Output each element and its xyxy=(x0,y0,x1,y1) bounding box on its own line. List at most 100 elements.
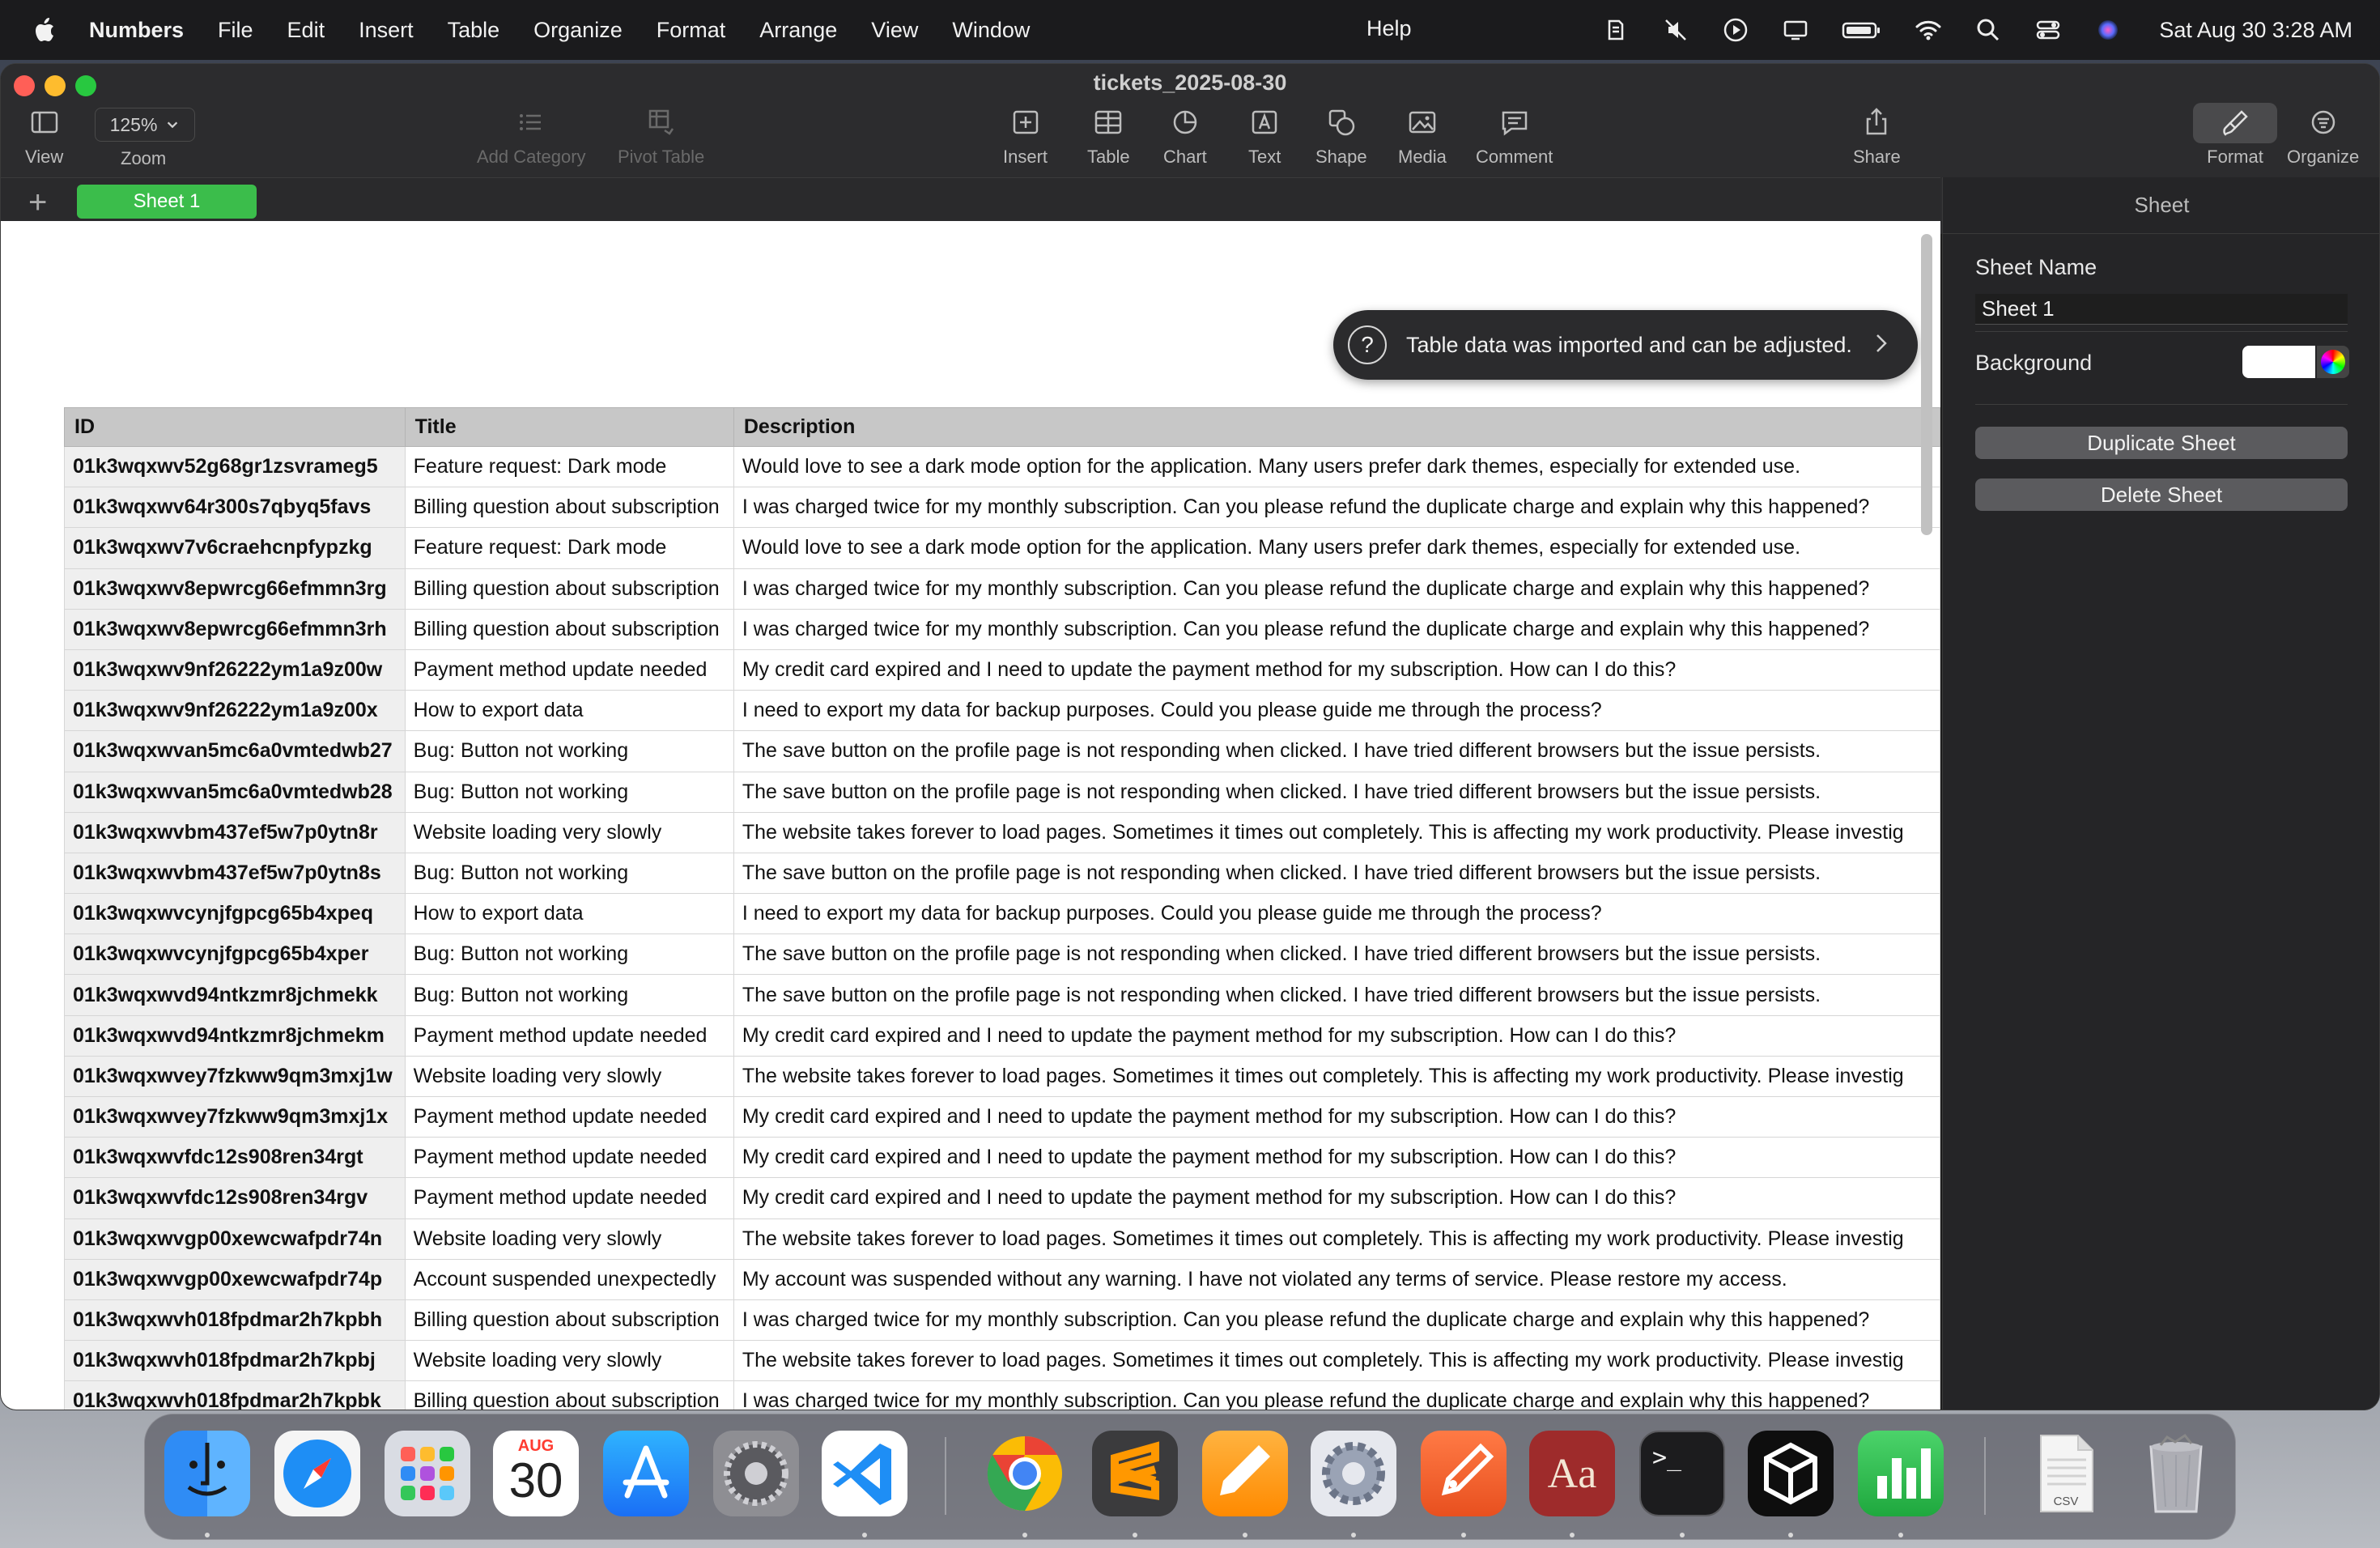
menu-app-numbers[interactable]: Numbers xyxy=(89,18,184,43)
add-category-button[interactable]: Add Category xyxy=(477,106,586,168)
table-row[interactable]: 01k3wqxwv8epwrcg66efmmn3rg Billing questi… xyxy=(64,568,1940,610)
pivot-table-button[interactable]: Pivot Table xyxy=(618,106,704,168)
view-button[interactable]: View xyxy=(25,106,63,168)
play-icon[interactable] xyxy=(1722,16,1749,44)
cell-id[interactable]: 01k3wqxwv8epwrcg66efmmn3rg xyxy=(64,568,406,610)
dock-app-store[interactable] xyxy=(603,1431,689,1516)
cell-id[interactable]: 01k3wqxwvan5mc6a0vmtedwb28 xyxy=(64,771,406,813)
menu-file[interactable]: File xyxy=(218,18,253,43)
tickets-table[interactable]: ID Title Description 01k3wqxwv52g68gr1zs… xyxy=(64,407,1940,1410)
cell-id[interactable]: 01k3wqxwv7v6craehcnpfypzkg xyxy=(64,527,406,569)
table-row[interactable]: 01k3wqxwv9nf26222ym1a9z00x How to export … xyxy=(64,690,1940,732)
table-row[interactable]: 01k3wqxwvd94ntkzmr8jchmekk Bug: Button no… xyxy=(64,974,1940,1016)
cell-description[interactable]: The website takes forever to load pages.… xyxy=(733,811,1940,853)
wifi-icon[interactable] xyxy=(1915,16,1942,44)
table-row[interactable]: 01k3wqxwv64r300s7qbyq5favs Billing questi… xyxy=(64,487,1940,529)
shape-button[interactable]: Shape xyxy=(1315,106,1367,168)
cell-id[interactable]: 01k3wqxwvfdc12s908ren34rgv xyxy=(64,1177,406,1219)
comment-button[interactable]: Comment xyxy=(1476,106,1553,168)
cell-title[interactable]: Website loading very slowly xyxy=(404,1218,734,1260)
table-row[interactable]: 01k3wqxwvh018fpdmar2h7kpbh Billing questi… xyxy=(64,1299,1940,1342)
import-notice-toast[interactable]: ? Table data was imported and can be adj… xyxy=(1333,310,1918,380)
cell-description[interactable]: The website takes forever to load pages.… xyxy=(733,1218,1940,1260)
cell-title[interactable]: Bug: Button not working xyxy=(404,730,734,772)
dock-sublime-text[interactable] xyxy=(1092,1431,1178,1516)
dock-chrome[interactable] xyxy=(982,1431,1068,1516)
table-row[interactable]: 01k3wqxwvfdc12s908ren34rgt Payment method… xyxy=(64,1137,1940,1179)
table-row[interactable]: 01k3wqxwvcynjfgpcg65b4xper Bug: Button no… xyxy=(64,933,1940,976)
cell-id[interactable]: 01k3wqxwv64r300s7qbyq5favs xyxy=(64,487,406,529)
menu-arrange[interactable]: Arrange xyxy=(759,18,837,43)
table-row[interactable]: 01k3wqxwvgp00xewcwafpdr74p Account suspen… xyxy=(64,1258,1940,1300)
dock-settings-utility[interactable] xyxy=(1311,1431,1396,1516)
cell-title[interactable]: Account suspended unexpectedly xyxy=(404,1258,734,1300)
delete-sheet-button[interactable]: Delete Sheet xyxy=(1975,478,2348,511)
cell-description[interactable]: Would love to see a dark mode option for… xyxy=(733,527,1940,569)
control-center-icon[interactable] xyxy=(2034,16,2062,44)
chevron-right-icon[interactable] xyxy=(1869,331,1893,355)
cell-title[interactable]: Payment method update needed xyxy=(404,1137,734,1179)
dock-drawing-app[interactable] xyxy=(1421,1431,1507,1516)
table-row[interactable]: 01k3wqxwv7v6craehcnpfypzkg Feature reques… xyxy=(64,527,1940,569)
cell-title[interactable]: Billing question about subscription xyxy=(404,1299,734,1342)
table-row[interactable]: 01k3wqxwvgp00xewcwafpdr74n Website loadin… xyxy=(64,1218,1940,1260)
share-button[interactable]: Share xyxy=(1853,106,1901,168)
menu-insert[interactable]: Insert xyxy=(359,18,414,43)
cell-description[interactable]: I was charged twice for my monthly subsc… xyxy=(733,487,1940,529)
cell-description[interactable]: The save button on the profile page is n… xyxy=(733,974,1940,1016)
cell-title[interactable]: Billing question about subscription xyxy=(404,1380,734,1410)
cell-title[interactable]: Bug: Button not working xyxy=(404,974,734,1016)
cell-title[interactable]: Billing question about subscription xyxy=(404,568,734,610)
column-header-title[interactable]: Title xyxy=(404,407,734,447)
dock-dictionary[interactable]: Aa xyxy=(1529,1431,1615,1516)
mute-icon[interactable] xyxy=(1662,16,1689,44)
menu-format[interactable]: Format xyxy=(657,18,726,43)
cell-id[interactable]: 01k3wqxwvan5mc6a0vmtedwb27 xyxy=(64,730,406,772)
cell-title[interactable]: How to export data xyxy=(404,893,734,935)
shield-extension-icon[interactable] xyxy=(1602,16,1630,44)
display-icon[interactable] xyxy=(1782,16,1809,44)
cell-description[interactable]: The save button on the profile page is n… xyxy=(733,852,1940,895)
cell-title[interactable]: Payment method update needed xyxy=(404,1014,734,1057)
table-row[interactable]: 01k3wqxwv9nf26222ym1a9z00w Payment method… xyxy=(64,649,1940,691)
table-row[interactable]: 01k3wqxwvbm437ef5w7p0ytn8s Bug: Button no… xyxy=(64,852,1940,895)
cell-title[interactable]: Bug: Button not working xyxy=(404,771,734,813)
dock-pages[interactable] xyxy=(1202,1431,1288,1516)
cell-description[interactable]: My credit card expired and I need to upd… xyxy=(733,1014,1940,1057)
color-wheel-icon[interactable] xyxy=(2317,346,2349,378)
table-row[interactable]: 01k3wqxwvey7fzkww9qm3mxj1w Website loadin… xyxy=(64,1055,1940,1098)
cell-description[interactable]: I need to export my data for backup purp… xyxy=(733,690,1940,732)
sheet-tab-sheet-1[interactable]: Sheet 1 xyxy=(77,185,257,219)
cell-description[interactable]: My credit card expired and I need to upd… xyxy=(733,649,1940,691)
cell-id[interactable]: 01k3wqxwvbm437ef5w7p0ytn8r xyxy=(64,811,406,853)
cell-title[interactable]: Bug: Button not working xyxy=(404,852,734,895)
column-header-id[interactable]: ID xyxy=(64,407,406,447)
cell-title[interactable]: Website loading very slowly xyxy=(404,1340,734,1382)
cell-id[interactable]: 01k3wqxwvbm437ef5w7p0ytn8s xyxy=(64,852,406,895)
menu-view[interactable]: View xyxy=(871,18,918,43)
cell-description[interactable]: I was charged twice for my monthly subsc… xyxy=(733,568,1940,610)
cell-description[interactable]: The save button on the profile page is n… xyxy=(733,933,1940,976)
cell-id[interactable]: 01k3wqxwvh018fpdmar2h7kpbk xyxy=(64,1380,406,1410)
menu-table[interactable]: Table xyxy=(448,18,500,43)
dock-numbers[interactable] xyxy=(1858,1431,1944,1516)
cell-id[interactable]: 01k3wqxwvcynjfgpcg65b4xper xyxy=(64,933,406,976)
zoom-dropdown[interactable]: 125% xyxy=(95,108,195,142)
cell-description[interactable]: I need to export my data for backup purp… xyxy=(733,893,1940,935)
table-row[interactable]: 01k3wqxwvcynjfgpcg65b4xpeq How to export … xyxy=(64,893,1940,935)
cell-description[interactable]: I was charged twice for my monthly subsc… xyxy=(733,1380,1940,1410)
apple-icon[interactable] xyxy=(29,14,62,46)
chart-button[interactable]: Chart xyxy=(1163,106,1207,168)
add-sheet-icon[interactable]: + xyxy=(28,186,47,219)
dock-cube-app[interactable] xyxy=(1748,1431,1834,1516)
table-row[interactable]: 01k3wqxwvh018fpdmar2h7kpbk Billing questi… xyxy=(64,1380,1940,1410)
cell-title[interactable]: Feature request: Dark mode xyxy=(404,445,734,488)
cell-id[interactable]: 01k3wqxwvd94ntkzmr8jchmekm xyxy=(64,1014,406,1057)
dock-safari[interactable] xyxy=(274,1431,360,1516)
cell-title[interactable]: How to export data xyxy=(404,690,734,732)
table-row[interactable]: 01k3wqxwvan5mc6a0vmtedwb27 Bug: Button no… xyxy=(64,730,1940,772)
table-row[interactable]: 01k3wqxwvd94ntkzmr8jchmekm Payment method… xyxy=(64,1014,1940,1057)
cell-description[interactable]: I was charged twice for my monthly subsc… xyxy=(733,608,1940,650)
battery-icon[interactable] xyxy=(1842,16,1882,44)
table-row[interactable]: 01k3wqxwvbm437ef5w7p0ytn8r Website loadin… xyxy=(64,811,1940,853)
